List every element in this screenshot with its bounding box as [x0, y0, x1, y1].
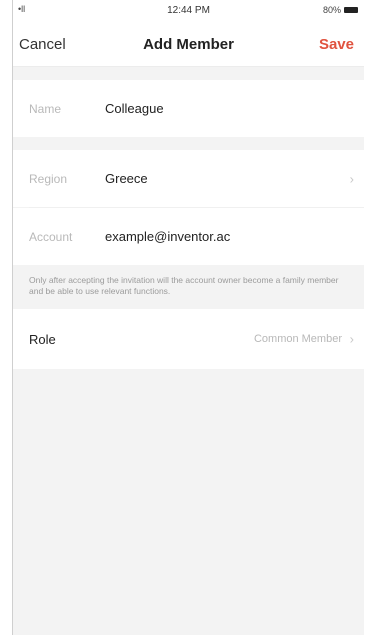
save-button[interactable]: Save	[319, 36, 354, 53]
battery-percent: 80%	[322, 5, 341, 15]
region-row[interactable]: Region Greece ›	[13, 150, 364, 207]
account-label: Account	[29, 229, 73, 244]
account-row[interactable]: Account	[13, 208, 364, 265]
name-field[interactable]	[105, 101, 325, 116]
battery-icon	[344, 7, 358, 13]
device: •ll 12:44 PM 80% Cancel Add Member Save …	[0, 0, 366, 635]
role-label: Role	[29, 331, 56, 347]
account-field-wrapper	[105, 229, 364, 244]
region-label: Region	[29, 171, 68, 186]
chevron-right-icon: ›	[349, 171, 354, 186]
cancel-button[interactable]: Cancel	[19, 36, 66, 53]
role-value: Common Member	[253, 333, 342, 345]
name-row[interactable]: Name	[13, 80, 364, 137]
section-gap	[13, 67, 364, 80]
chevron-right-icon: ›	[349, 331, 354, 347]
screen: •ll 12:44 PM 80% Cancel Add Member Save …	[13, 0, 364, 635]
status-time: 12:44 PM	[167, 5, 210, 16]
status-bar: •ll 12:44 PM 80%	[13, 0, 364, 22]
section-gap	[13, 137, 364, 150]
account-field[interactable]	[105, 229, 325, 244]
role-row[interactable]: Role Common Member ›	[13, 309, 364, 369]
status-right: 80%	[323, 5, 358, 15]
nav-bar: Cancel Add Member Save	[13, 22, 364, 67]
invitation-note: Only after accepting the invitation will…	[13, 265, 364, 309]
name-label: Name	[29, 101, 62, 116]
region-value: Greece	[105, 171, 148, 186]
name-field-wrapper	[105, 101, 364, 116]
